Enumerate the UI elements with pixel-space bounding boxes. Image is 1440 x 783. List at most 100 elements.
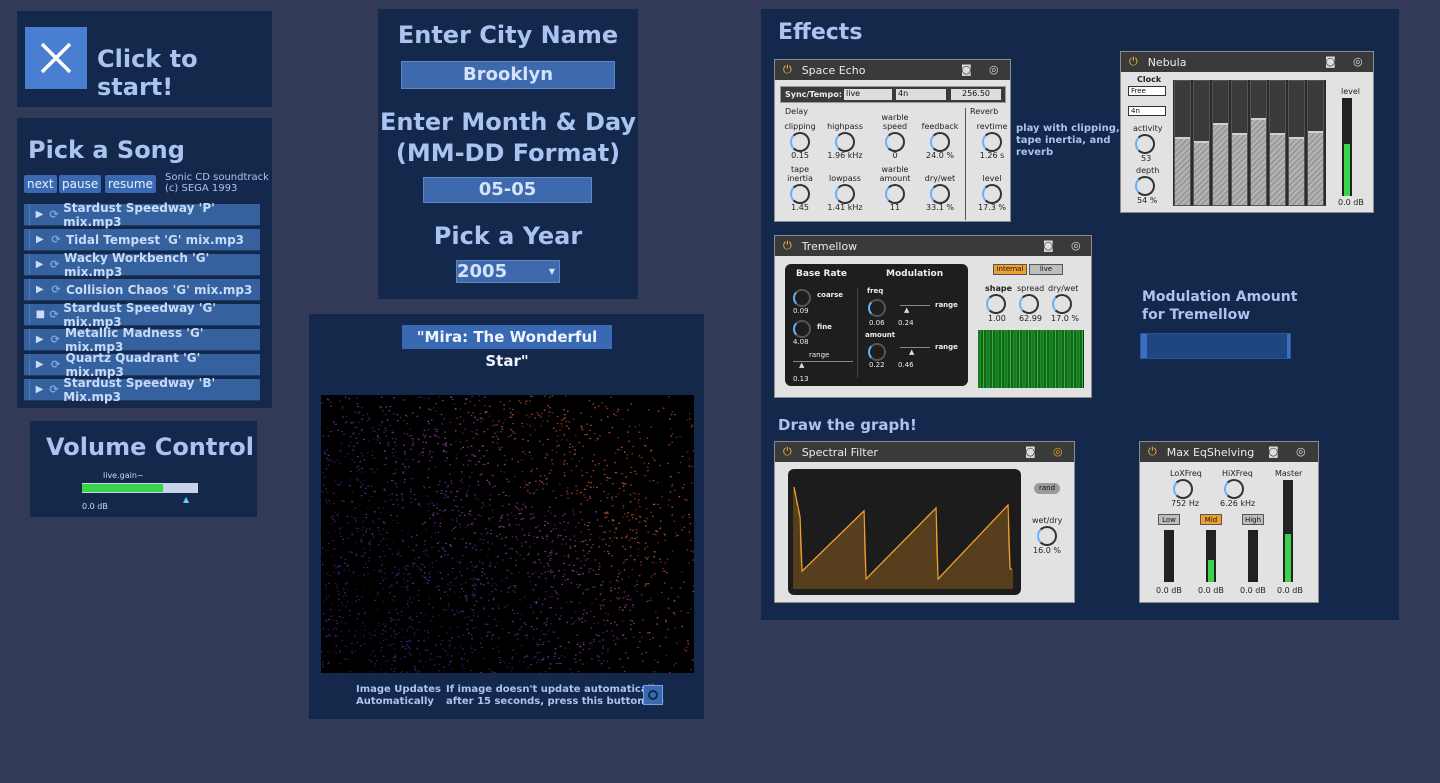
drag-handle[interactable] — [24, 279, 30, 300]
live-mode-button[interactable]: live — [1029, 264, 1063, 275]
volume-thumb-icon[interactable]: ▲ — [183, 495, 189, 504]
year-select[interactable]: 2005 ▼ — [456, 260, 560, 283]
clock-mode-select[interactable]: Free — [1128, 86, 1166, 96]
fine-knob[interactable] — [793, 320, 811, 338]
hixfreq-knob[interactable] — [1224, 479, 1244, 499]
eq-band-meter[interactable] — [1248, 530, 1258, 582]
play-icon[interactable]: ▶ — [36, 234, 46, 245]
stop-icon[interactable]: ■ — [36, 309, 45, 320]
loop-icon[interactable]: ⟳ — [46, 283, 66, 296]
tremellow-drywet-knob[interactable] — [1052, 294, 1072, 314]
nebula-slider[interactable] — [1212, 80, 1229, 206]
drag-handle[interactable] — [24, 204, 30, 225]
settings-icon[interactable]: ◎ — [1353, 55, 1363, 68]
play-icon[interactable]: ▶ — [36, 259, 45, 270]
clock-div-select[interactable]: 4n — [1128, 106, 1166, 116]
nebula-multislider[interactable] — [1173, 80, 1326, 206]
tempo-field[interactable]: 256.50 — [951, 89, 1001, 100]
loop-icon[interactable]: ⟳ — [45, 383, 63, 396]
song-list-item[interactable]: ▶ ⟳ Stardust Speedway 'B' Mix.mp3 — [24, 376, 260, 404]
song-list-item[interactable]: ▶ ⟳ Collision Chaos 'G' mix.mp3 — [24, 279, 260, 301]
volume-slider[interactable]: live.gain~ ▲ 0.0 dB — [78, 471, 200, 511]
loop-icon[interactable]: ⟳ — [46, 358, 66, 371]
camera-icon[interactable]: ◙ — [1268, 445, 1279, 458]
drag-handle[interactable] — [24, 379, 30, 400]
power-icon[interactable]: ⏻ — [783, 63, 792, 77]
loxfreq-knob[interactable] — [1173, 479, 1193, 499]
drag-handle[interactable] — [24, 304, 30, 325]
eq-band-button[interactable]: Mid — [1200, 514, 1222, 525]
knob[interactable] — [790, 184, 810, 204]
spectral-wetdry-knob[interactable] — [1037, 526, 1057, 546]
shape-knob[interactable] — [986, 294, 1006, 314]
song-list-item[interactable]: ▶ ⟳ Wacky Workbench 'G' mix.mp3 — [24, 251, 260, 279]
coarse-knob[interactable] — [793, 289, 811, 307]
amount-range-slider[interactable] — [900, 347, 930, 348]
camera-icon[interactable]: ◙ — [1325, 55, 1336, 68]
nebula-slider[interactable] — [1231, 80, 1248, 206]
date-input[interactable]: 05-05 — [423, 177, 592, 203]
city-input[interactable]: Brooklyn — [401, 61, 615, 89]
knob[interactable] — [835, 132, 855, 152]
settings-icon[interactable]: ◎ — [1071, 239, 1081, 252]
nebula-slider[interactable] — [1269, 80, 1286, 206]
knob[interactable] — [835, 184, 855, 204]
depth-knob[interactable] — [1135, 176, 1155, 196]
internal-mode-button[interactable]: internal — [993, 264, 1027, 275]
knob[interactable] — [885, 132, 905, 152]
knob[interactable] — [982, 184, 1002, 204]
camera-icon[interactable]: ◙ — [1043, 239, 1054, 252]
power-icon[interactable]: ⏻ — [1148, 445, 1157, 459]
eq-band-button[interactable]: High — [1242, 514, 1264, 525]
eq-band-button[interactable]: Low — [1158, 514, 1180, 525]
drag-handle[interactable] — [24, 229, 30, 250]
loop-icon[interactable]: ⟳ — [45, 308, 63, 321]
freq-knob[interactable] — [868, 299, 886, 317]
activity-knob[interactable] — [1135, 134, 1155, 154]
range-thumb-icon[interactable]: ▲ — [799, 361, 804, 369]
song-list-item[interactable]: ▶ ⟳ Quartz Quadrant 'G' mix.mp3 — [24, 351, 260, 379]
song-list-item[interactable]: ▶ ⟳ Tidal Tempest 'G' mix.mp3 — [24, 229, 260, 251]
loop-icon[interactable]: ⟳ — [46, 233, 66, 246]
sync-division-select[interactable]: 4n — [896, 89, 946, 100]
knob[interactable] — [885, 184, 905, 204]
pause-button[interactable]: pause — [59, 175, 102, 193]
loop-icon[interactable]: ⟳ — [46, 333, 65, 346]
drag-handle[interactable] — [24, 329, 30, 350]
loop-icon[interactable]: ⟳ — [45, 208, 63, 221]
play-icon[interactable]: ▶ — [36, 209, 45, 220]
refresh-button[interactable] — [643, 685, 663, 705]
next-button[interactable]: next — [24, 175, 57, 193]
eq-band-meter[interactable] — [1206, 530, 1216, 582]
amount-knob[interactable] — [868, 343, 886, 361]
nebula-slider[interactable] — [1174, 80, 1191, 206]
spectrum-editor[interactable] — [788, 469, 1021, 595]
power-icon[interactable]: ⏻ — [783, 239, 792, 253]
camera-icon[interactable]: ◙ — [961, 63, 972, 76]
camera-icon[interactable]: ◙ — [1025, 445, 1036, 458]
eq-band-meter[interactable] — [1164, 530, 1174, 582]
power-icon[interactable]: ⏻ — [783, 445, 792, 459]
knob[interactable] — [930, 184, 950, 204]
resume-button[interactable]: resume — [105, 175, 156, 193]
level-meter[interactable] — [1342, 98, 1352, 196]
song-list-item[interactable]: ■ ⟳ Stardust Speedway 'G' mix.mp3 — [24, 301, 260, 329]
nebula-slider[interactable] — [1288, 80, 1305, 206]
knob[interactable] — [930, 132, 950, 152]
song-list-item[interactable]: ▶ ⟳ Stardust Speedway 'P' mix.mp3 — [24, 201, 260, 229]
settings-icon[interactable]: ◎ — [989, 63, 999, 76]
spread-knob[interactable] — [1019, 294, 1039, 314]
play-icon[interactable]: ▶ — [36, 284, 46, 295]
modulation-amount-slider[interactable] — [1140, 333, 1291, 359]
loop-icon[interactable]: ⟳ — [45, 258, 64, 271]
amount-range-thumb-icon[interactable]: ▲ — [909, 348, 914, 356]
play-icon[interactable]: ▶ — [36, 334, 46, 345]
nebula-slider[interactable] — [1193, 80, 1210, 206]
play-icon[interactable]: ▶ — [36, 359, 46, 370]
knob[interactable] — [790, 132, 810, 152]
close-icon[interactable] — [25, 27, 87, 89]
rand-button[interactable]: rand — [1034, 483, 1060, 494]
freq-range-thumb-icon[interactable]: ▲ — [904, 306, 909, 314]
settings-icon[interactable]: ◎ — [1296, 445, 1306, 458]
song-list-item[interactable]: ▶ ⟳ Metallic Madness 'G' mix.mp3 — [24, 326, 260, 354]
